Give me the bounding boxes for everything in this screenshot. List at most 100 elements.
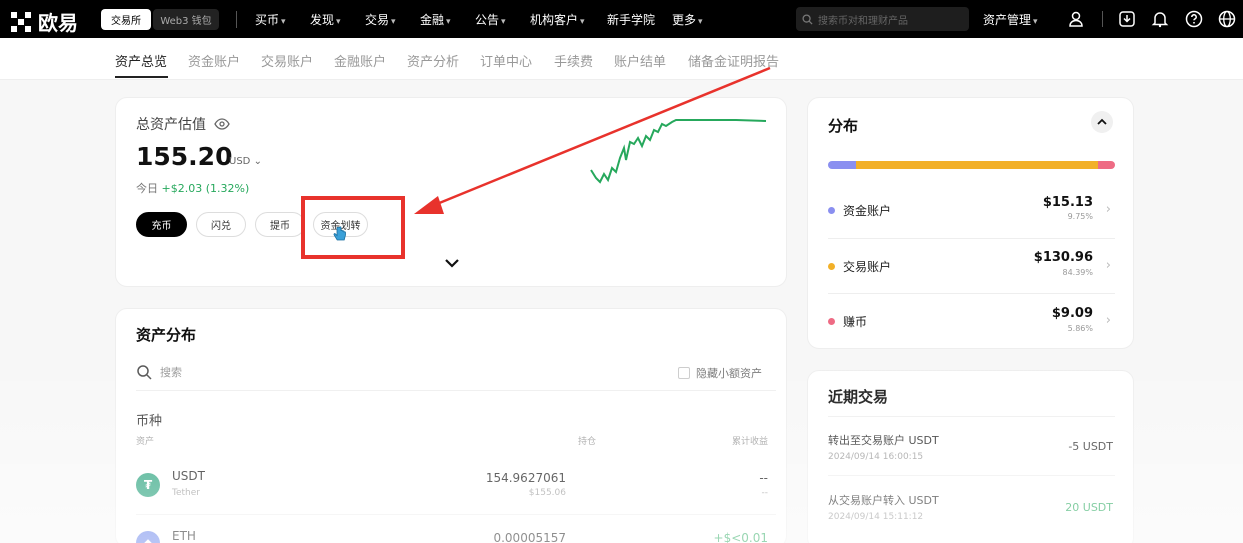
nav-label: 更多 (672, 13, 697, 27)
nav-trade[interactable]: 交易 ▾ (365, 11, 396, 28)
asset-name: Tether (172, 488, 200, 498)
tab-fees[interactable]: 手续费 (554, 51, 593, 70)
globe-icon[interactable] (1217, 9, 1237, 29)
account-name: 赚币 (843, 315, 868, 329)
nav-divider (236, 11, 237, 28)
transaction-title[interactable]: 从交易账户转入 USDT (828, 492, 939, 508)
distribution-title: 分布 (828, 117, 859, 135)
distribution-bar-funding (828, 161, 856, 169)
chevron-down-icon: ▾ (281, 17, 286, 27)
okx-logo[interactable]: 欧易 (10, 7, 78, 36)
eye-icon[interactable] (214, 118, 231, 130)
asset-search-input[interactable]: 搜索 (136, 364, 182, 380)
chevron-right-icon[interactable]: › (1106, 258, 1111, 273)
nav-label: 发现 (310, 13, 335, 27)
legend-dot (828, 318, 835, 325)
tab-asset-overview[interactable]: 资产总览 (115, 51, 167, 70)
transaction-time: 2024/09/14 15:11:12 (828, 512, 924, 522)
account-row-trading[interactable]: 交易账户 (828, 258, 891, 275)
web3-wallet-pill[interactable]: Web3 钱包 (153, 9, 219, 30)
nav-finance[interactable]: 金融 ▾ (420, 11, 451, 28)
currency-unit-select[interactable]: USD ⌄ (229, 156, 262, 167)
deposit-button[interactable]: 充币 (136, 212, 187, 237)
total-asset-title-text: 总资产估值 (136, 117, 206, 133)
chevron-down-icon: ▾ (446, 17, 451, 27)
expand-chevron-icon[interactable] (442, 253, 462, 273)
col-header-pnl: 累计收益 (731, 437, 768, 447)
account-percent: 9.75% (1067, 212, 1093, 221)
distribution-bar-earn (1098, 161, 1115, 169)
chevron-down-icon: ▾ (580, 17, 585, 27)
today-change: +$2.03 (1.32%) (161, 182, 250, 195)
tab-asset-analysis[interactable]: 资产分析 (407, 51, 459, 70)
nav-buy-crypto[interactable]: 买币 ▾ (255, 11, 286, 28)
collapse-button[interactable] (1091, 111, 1113, 133)
assets-subnav: 资产总览 资金账户 交易账户 金融账户 资产分析 订单中心 手续费 账户结单 储… (0, 38, 1243, 80)
asset-holding: 154.9627061 (485, 471, 566, 485)
nav-label: 公告 (475, 13, 500, 27)
transaction-time: 2024/09/14 16:00:15 (828, 452, 924, 462)
chevron-right-icon[interactable]: › (1106, 202, 1111, 217)
exchange-mode-pill[interactable]: 交易所 (101, 9, 151, 30)
help-icon[interactable] (1184, 9, 1204, 29)
tab-statements[interactable]: 账户结单 (614, 51, 666, 70)
asset-distribution-title: 资产分布 (136, 326, 197, 344)
tab-funding-account[interactable]: 资金账户 (188, 51, 240, 70)
currency-unit-label: USD (229, 156, 251, 167)
divider (136, 390, 776, 391)
search-placeholder: 搜索币对和理财产品 (818, 15, 908, 27)
account-row-earn[interactable]: 赚币 (828, 313, 867, 330)
hide-small-assets-checkbox[interactable]: 隐藏小额资产 (678, 365, 762, 381)
recent-transactions-title: 近期交易 (828, 388, 889, 406)
asset-search-placeholder: 搜索 (160, 366, 182, 379)
active-tab-indicator (115, 76, 168, 78)
nav-more[interactable]: 更多 ▾ (672, 11, 703, 28)
asset-management-label: 资产管理 (983, 13, 1032, 27)
chevron-right-icon[interactable]: › (1106, 313, 1111, 328)
tab-trading-account[interactable]: 交易账户 (261, 51, 313, 70)
ethereum-icon: ◆ (136, 531, 160, 543)
chevron-down-icon: ▾ (391, 17, 396, 27)
tab-order-center[interactable]: 订单中心 (480, 51, 532, 70)
convert-button[interactable]: 闪兑 (196, 212, 246, 237)
header-search-input[interactable]: 搜索币对和理财产品 (796, 7, 969, 31)
top-navbar: 欧易 交易所 Web3 钱包 买币 ▾ 发现 ▾ 交易 ▾ 金融 ▾ 公告 ▾ 机构客户 ▾… (0, 0, 1243, 38)
account-row-funding[interactable]: 资金账户 (828, 202, 891, 219)
nav-institutional[interactable]: 机构客户 ▾ (530, 11, 585, 28)
header-divider (1102, 11, 1103, 27)
chevron-down-icon: ▾ (1033, 17, 1038, 27)
legend-dot (828, 263, 835, 270)
recent-transactions-card: 近期交易 转出至交易账户 USDT 2024/09/14 16:00:15 -5… (807, 370, 1134, 543)
account-percent: 5.86% (1067, 324, 1093, 333)
chevron-down-icon: ▾ (336, 17, 341, 27)
currency-section-label: 币种 (136, 414, 163, 429)
nav-label: 买币 (255, 13, 280, 27)
asset-pnl: +$<0.01 (713, 531, 768, 543)
nav-announcements[interactable]: 公告 ▾ (475, 11, 506, 28)
chevron-up-icon (1097, 118, 1107, 125)
asset-symbol[interactable]: ETH (172, 529, 196, 543)
hand-cursor-icon (333, 226, 346, 241)
nav-discover[interactable]: 发现 ▾ (310, 11, 341, 28)
asset-pnl-sub: -- (761, 488, 769, 498)
legend-dot (828, 207, 835, 214)
total-asset-card: 总资产估值 155.20 USD ⌄ 今日 +$2.03 (1.32%) 充币 … (115, 97, 787, 287)
asset-distribution-card: 资产分布 搜索 隐藏小额资产 币种 资产 持仓 累计收益 ₮ USDT Teth… (115, 308, 787, 543)
bell-icon[interactable] (1150, 9, 1170, 29)
search-icon (137, 365, 152, 380)
tab-proof-of-reserves[interactable]: 储备金证明报告 (688, 51, 779, 70)
asset-trend-sparkline (590, 119, 767, 184)
total-asset-value: 155.20 (136, 142, 233, 171)
tab-finance-account[interactable]: 金融账户 (334, 51, 386, 70)
transaction-title[interactable]: 转出至交易账户 USDT (828, 432, 939, 448)
divider (828, 475, 1115, 476)
user-icon[interactable] (1066, 9, 1086, 29)
download-icon[interactable] (1117, 9, 1137, 29)
total-asset-title: 总资产估值 (136, 114, 231, 134)
asset-management-menu[interactable]: 资产管理 ▾ (983, 11, 1038, 28)
asset-symbol[interactable]: USDT (172, 469, 205, 483)
withdraw-button[interactable]: 提币 (255, 212, 305, 237)
okx-mark-icon (11, 11, 31, 32)
nav-academy[interactable]: 新手学院 (607, 11, 655, 28)
nav-label: 机构客户 (530, 13, 579, 27)
